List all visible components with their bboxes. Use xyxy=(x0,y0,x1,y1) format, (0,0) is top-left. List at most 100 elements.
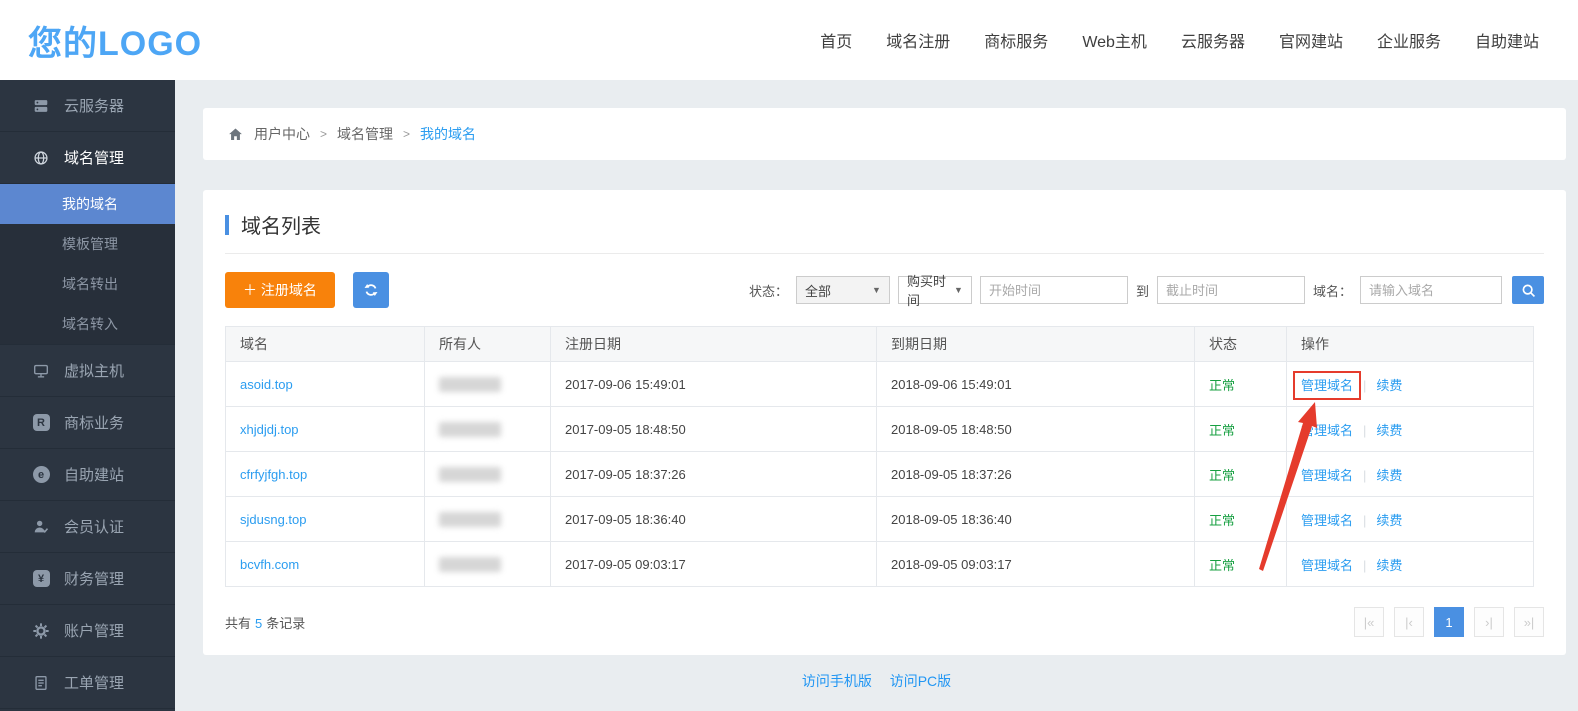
renew-link[interactable]: 续费 xyxy=(1376,468,1402,483)
registered-date: 2017-09-05 18:36:40 xyxy=(551,497,877,542)
table-row: asoid.top 2017-09-06 15:49:01 2018-09-06… xyxy=(226,362,1534,407)
member-icon xyxy=(32,518,50,536)
register-domain-button[interactable]: ＋ 注册域名 xyxy=(225,272,335,308)
renew-link[interactable]: 续费 xyxy=(1376,423,1402,438)
content-area: 用户中心 > 域名管理 > 我的域名 域名列表 ＋ 注册域名 状态： xyxy=(175,80,1578,711)
table-row: xhjdjdj.top 2017-09-05 18:48:50 2018-09-… xyxy=(226,407,1534,452)
ticket-icon xyxy=(32,674,50,692)
search-button[interactable] xyxy=(1512,276,1544,304)
sidebar-item-account[interactable]: 账户管理 xyxy=(0,605,175,657)
sidebar-item-label: 会员认证 xyxy=(64,516,124,537)
sidebar-item-virtual-host[interactable]: 虚拟主机 xyxy=(0,345,175,397)
start-date-input[interactable] xyxy=(980,276,1128,304)
nav-item-official-site[interactable]: 官网建站 xyxy=(1262,28,1360,52)
breadcrumb-separator: > xyxy=(320,127,327,141)
trademark-icon: R xyxy=(32,414,50,432)
pagination-page-1-button[interactable]: 1 xyxy=(1434,607,1464,637)
table-footer: 共有5条记录 |« |‹ 1 ›| »| xyxy=(225,607,1544,637)
sidebar-subitem-my-domains[interactable]: 我的域名 xyxy=(0,184,175,224)
sidebar-item-cloud-server[interactable]: 云服务器 xyxy=(0,80,175,132)
breadcrumb-user-center[interactable]: 用户中心 xyxy=(254,124,310,144)
pagination-first-button[interactable]: |« xyxy=(1354,607,1384,637)
nav-item-enterprise-service[interactable]: 企业服务 xyxy=(1360,28,1458,52)
sidebar-item-label: 云服务器 xyxy=(64,95,124,116)
finance-icon: ¥ xyxy=(32,570,50,588)
breadcrumb-separator: > xyxy=(403,127,410,141)
manage-domain-link[interactable]: 管理域名 xyxy=(1301,378,1353,393)
sidebar-item-trademark[interactable]: R 商标业务 xyxy=(0,397,175,449)
domain-link[interactable]: sjdusng.top xyxy=(240,512,307,527)
renew-link[interactable]: 续费 xyxy=(1376,378,1402,393)
logo[interactable]: 您的LOGO xyxy=(28,16,202,65)
search-icon xyxy=(1520,282,1537,299)
sitebuilder-icon: e xyxy=(32,466,50,484)
registered-date: 2017-09-05 09:03:17 xyxy=(551,542,877,587)
sidebar-item-site-builder[interactable]: e 自助建站 xyxy=(0,449,175,501)
column-header-status: 状态 xyxy=(1195,327,1287,362)
time-type-select[interactable]: 购买时间 ▼ xyxy=(898,276,972,304)
breadcrumb-domain-management[interactable]: 域名管理 xyxy=(337,124,393,144)
nav-item-domain-register[interactable]: 域名注册 xyxy=(869,28,967,52)
sidebar-item-label: 商标业务 xyxy=(64,412,124,433)
pagination-last-button[interactable]: »| xyxy=(1514,607,1544,637)
manage-domain-link[interactable]: 管理域名 xyxy=(1301,513,1353,528)
nav-item-cloud-server[interactable]: 云服务器 xyxy=(1164,28,1262,52)
renew-link[interactable]: 续费 xyxy=(1376,513,1402,528)
nav-item-trademark-service[interactable]: 商标服务 xyxy=(967,28,1065,52)
host-icon xyxy=(32,362,50,380)
status-badge: 正常 xyxy=(1195,542,1287,587)
domain-link[interactable]: bcvfh.com xyxy=(240,557,299,572)
domain-link[interactable]: xhjdjdj.top xyxy=(240,422,299,437)
manage-domain-link[interactable]: 管理域名 xyxy=(1301,423,1353,438)
sidebar-submenu-domain: 我的域名 模板管理 域名转出 域名转入 xyxy=(0,184,175,345)
column-header-owner: 所有人 xyxy=(425,327,551,362)
pagination-prev-button[interactable]: |‹ xyxy=(1394,607,1424,637)
registered-date: 2017-09-06 15:49:01 xyxy=(551,362,877,407)
sidebar-item-label: 虚拟主机 xyxy=(64,360,124,381)
page-footer: 访问手机版 访问PC版 xyxy=(175,671,1578,691)
sidebar-item-member-verification[interactable]: 会员认证 xyxy=(0,501,175,553)
home-icon xyxy=(227,126,244,143)
table-row: cfrfyjfgh.top 2017-09-05 18:37:26 2018-0… xyxy=(226,452,1534,497)
mobile-version-link[interactable]: 访问手机版 xyxy=(802,673,872,689)
refresh-button[interactable] xyxy=(353,272,389,308)
owner-blur xyxy=(439,557,501,572)
record-count-number: 5 xyxy=(255,616,262,631)
action-separator: | xyxy=(1363,468,1366,483)
column-header-domain: 域名 xyxy=(226,327,425,362)
toolbar-left: ＋ 注册域名 xyxy=(225,272,389,308)
domain-icon xyxy=(32,149,50,167)
renew-link[interactable]: 续费 xyxy=(1376,558,1402,573)
breadcrumb: 用户中心 > 域名管理 > 我的域名 xyxy=(203,108,1566,160)
manage-domain-link[interactable]: 管理域名 xyxy=(1301,558,1353,573)
nav-item-home[interactable]: 首页 xyxy=(803,28,869,52)
domain-search-input[interactable] xyxy=(1360,276,1502,304)
action-separator: | xyxy=(1363,378,1366,393)
sidebar-subitem-domain-transfer-in[interactable]: 域名转入 xyxy=(0,304,175,344)
top-header: 您的LOGO 首页 域名注册 商标服务 Web主机 云服务器 官网建站 企业服务… xyxy=(0,0,1578,80)
sidebar-subitem-domain-transfer-out[interactable]: 域名转出 xyxy=(0,264,175,304)
nav-item-web-hosting[interactable]: Web主机 xyxy=(1065,28,1164,52)
domain-link[interactable]: asoid.top xyxy=(240,377,293,392)
manage-domain-link[interactable]: 管理域名 xyxy=(1301,468,1353,483)
nav-item-self-build[interactable]: 自助建站 xyxy=(1458,28,1556,52)
status-badge: 正常 xyxy=(1195,452,1287,497)
domain-table: 域名 所有人 注册日期 到期日期 状态 操作 asoid.top 2017-09… xyxy=(225,326,1534,587)
breadcrumb-my-domains[interactable]: 我的域名 xyxy=(420,124,476,144)
sidebar-subitem-template-management[interactable]: 模板管理 xyxy=(0,224,175,264)
filters: 状态： 全部 ▼ 购买时间 ▼ 到 域名： xyxy=(749,276,1544,304)
domain-link[interactable]: cfrfyjfgh.top xyxy=(240,467,307,482)
end-date-input[interactable] xyxy=(1157,276,1305,304)
sidebar-item-finance[interactable]: ¥ 财务管理 xyxy=(0,553,175,605)
sidebar-item-label: 工单管理 xyxy=(64,672,124,693)
pc-version-link[interactable]: 访问PC版 xyxy=(890,673,951,689)
chevron-down-icon: ▼ xyxy=(954,285,963,295)
owner-blur xyxy=(439,467,501,482)
expire-date: 2018-09-06 15:49:01 xyxy=(877,362,1195,407)
sidebar-item-work-orders[interactable]: 工单管理 xyxy=(0,657,175,709)
action-separator: | xyxy=(1363,558,1366,573)
status-select[interactable]: 全部 ▼ xyxy=(796,276,890,304)
pagination-next-button[interactable]: ›| xyxy=(1474,607,1504,637)
gear-icon xyxy=(32,622,50,640)
sidebar-item-domain-management[interactable]: 域名管理 xyxy=(0,132,175,184)
